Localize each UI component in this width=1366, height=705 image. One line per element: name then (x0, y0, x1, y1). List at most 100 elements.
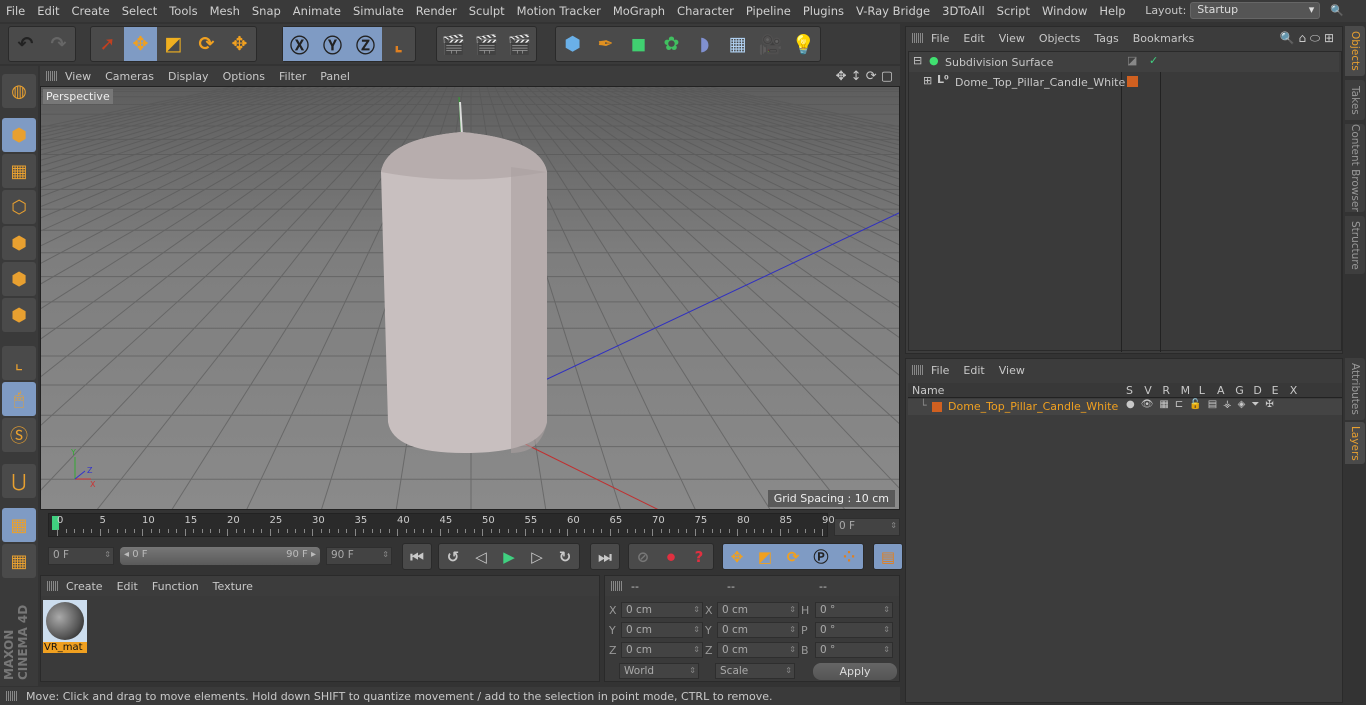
object-menu-objects[interactable]: Objects (1032, 32, 1088, 45)
layer-column-v[interactable]: V (1144, 384, 1152, 397)
coord-mode-dropdown[interactable]: World (619, 663, 699, 679)
layout-dropdown[interactable]: Startup (1190, 2, 1321, 19)
grip-icon[interactable] (47, 581, 59, 591)
scale-icon[interactable]: ◩ (157, 27, 190, 61)
coord-field[interactable]: 0 ° (815, 642, 893, 658)
object-menu-edit[interactable]: Edit (956, 32, 991, 45)
menu-character[interactable]: Character (671, 4, 740, 18)
layer-column-e[interactable]: E (1272, 384, 1279, 397)
points-mode-icon[interactable]: ⬢ (2, 226, 36, 260)
layer-menu-view[interactable]: View (992, 364, 1032, 377)
object-menu-file[interactable]: File (924, 32, 956, 45)
layer-column-d[interactable]: D (1253, 384, 1261, 397)
edges-mode-icon[interactable]: ⬢ (2, 262, 36, 296)
layer-column-m[interactable]: M (1181, 384, 1191, 397)
side-tab-attributes[interactable]: Attributes (1345, 358, 1365, 420)
menu-plugins[interactable]: Plugins (797, 4, 850, 18)
goto-start-icon[interactable]: ⏮ (403, 544, 431, 569)
menu-mograph[interactable]: MoGraph (607, 4, 671, 18)
lock-workplane-icon[interactable]: ▦ (2, 508, 36, 542)
side-tab-layers[interactable]: Layers (1345, 422, 1365, 464)
layer-column-r[interactable]: R (1162, 384, 1170, 397)
workplane-snap-icon[interactable]: ▦ (2, 544, 36, 578)
next-key-icon[interactable]: ↻ (551, 544, 579, 569)
menu-edit[interactable]: Edit (31, 4, 65, 18)
coordinate-system-icon[interactable]: ⌞ (382, 27, 415, 61)
layer-row[interactable]: └ Dome_Top_Pillar_Candle_White ●👁▦⊏🔓▤⚶◈⏷… (908, 399, 1342, 415)
layer-menu-edit[interactable]: Edit (956, 364, 991, 377)
menu-window[interactable]: Window (1036, 4, 1093, 18)
object-row[interactable]: ⊞ L⁰ Dome_Top_Pillar_Candle_White (909, 72, 1339, 92)
grip-icon[interactable] (611, 581, 623, 591)
material-menu-function[interactable]: Function (145, 580, 206, 593)
viewport-nav-icons[interactable]: ✥ ↕ ⟳ ▢ (829, 69, 900, 84)
layer-color-tag[interactable] (1127, 76, 1138, 87)
redo-icon[interactable]: ↷ (42, 27, 75, 61)
layer-flag-icons[interactable]: ●👁▦⊏🔓▤⚶◈⏷✠ (1126, 399, 1280, 410)
coord-field[interactable]: 0 ° (815, 602, 893, 618)
menu-simulate[interactable]: Simulate (347, 4, 410, 18)
object-row[interactable]: ⊟ ● Subdivision Surface ◪ ✓ (909, 52, 1339, 72)
render-settings-icon[interactable]: 🎬 (503, 27, 536, 61)
rotate-icon[interactable]: ⟳ (190, 27, 223, 61)
workplane-icon[interactable]: ⬡ (2, 190, 36, 224)
floor-icon[interactable]: ▦ (721, 27, 754, 61)
x-axis-icon[interactable]: Ⓧ (283, 27, 316, 61)
axis-mode-icon[interactable]: ⌞ (2, 346, 36, 380)
menu-3dtoall[interactable]: 3DToAll (936, 4, 991, 18)
timeline-ruler[interactable]: 0 5 10 15 20 25 30 35 40 45 50 55 60 65 70 75 80 85 90 (48, 513, 835, 537)
key-param-icon[interactable]: Ⓟ (807, 544, 835, 569)
apply-button[interactable]: Apply (813, 663, 897, 680)
layer-column-l[interactable]: L (1199, 384, 1205, 397)
menu-motion-tracker[interactable]: Motion Tracker (511, 4, 607, 18)
frame-range-slider[interactable]: ◂ 0 F 90 F ▸ (120, 547, 320, 565)
expand-icon[interactable]: ⊞ (923, 74, 932, 87)
record-keys-icon[interactable]: ⏺ (657, 544, 685, 569)
subdivision-icon[interactable]: ◼ (622, 27, 655, 61)
side-tab-objects[interactable]: Objects (1345, 26, 1365, 76)
object-menu-bookmarks[interactable]: Bookmarks (1126, 32, 1201, 45)
start-frame-field[interactable]: 0 F (48, 547, 114, 565)
solo-icon[interactable]: Ⓢ (2, 418, 36, 452)
tweak-mode-icon[interactable]: 🖱 (2, 382, 36, 416)
material-swatch[interactable]: VR_mat (43, 600, 87, 656)
prev-frame-icon[interactable]: ◁ (467, 544, 495, 569)
menu-help[interactable]: Help (1093, 4, 1131, 18)
side-tab-takes[interactable]: Takes (1345, 80, 1365, 120)
y-axis-icon[interactable]: Ⓨ (316, 27, 349, 61)
deformer-icon[interactable]: ◗ (688, 27, 721, 61)
camera-icon[interactable]: 🎥 (754, 27, 787, 61)
coord-field[interactable]: 0 cm (717, 642, 799, 658)
collapse-icon[interactable]: ⊟ (913, 54, 922, 67)
menu-snap[interactable]: Snap (246, 4, 287, 18)
object-menu-tags[interactable]: Tags (1087, 32, 1125, 45)
render-picture-viewer-icon[interactable]: 🎬 (470, 27, 503, 61)
z-axis-icon[interactable]: Ⓩ (349, 27, 382, 61)
layer-column-g[interactable]: G (1235, 384, 1244, 397)
play-icon[interactable]: ▶ (495, 544, 523, 569)
grip-icon[interactable] (46, 71, 58, 81)
current-frame-field[interactable]: 0 F (834, 518, 900, 536)
coord-field[interactable]: 0 ° (815, 622, 893, 638)
menu-pipeline[interactable]: Pipeline (740, 4, 797, 18)
layer-menu-file[interactable]: File (924, 364, 956, 377)
enabled-check-icon[interactable]: ✓ (1149, 54, 1158, 67)
motion-record-icon[interactable]: ⊘ (629, 544, 657, 569)
prev-key-icon[interactable]: ↺ (439, 544, 467, 569)
viewport-menu-display[interactable]: Display (161, 70, 216, 83)
layer-column-name[interactable]: Name (912, 384, 944, 397)
menu-tools[interactable]: Tools (163, 4, 203, 18)
viewport-perspective[interactable]: Y XZ Perspective Grid Spacing : 10 cm (40, 86, 900, 510)
search-icon[interactable]: 🔍 (1330, 4, 1344, 17)
key-rotation-icon[interactable]: ⟳ (779, 544, 807, 569)
menu-animate[interactable]: Animate (287, 4, 347, 18)
layer-column-a[interactable]: A (1217, 384, 1225, 397)
viewport-menu-panel[interactable]: Panel (313, 70, 357, 83)
pen-spline-icon[interactable]: ✒ (589, 27, 622, 61)
object-menu-view[interactable]: View (992, 32, 1032, 45)
coord-field[interactable]: 0 cm (717, 622, 799, 638)
menu-create[interactable]: Create (66, 4, 116, 18)
menu-select[interactable]: Select (116, 4, 163, 18)
texture-mode-icon[interactable]: ▦ (2, 154, 36, 188)
menu-render[interactable]: Render (410, 4, 463, 18)
